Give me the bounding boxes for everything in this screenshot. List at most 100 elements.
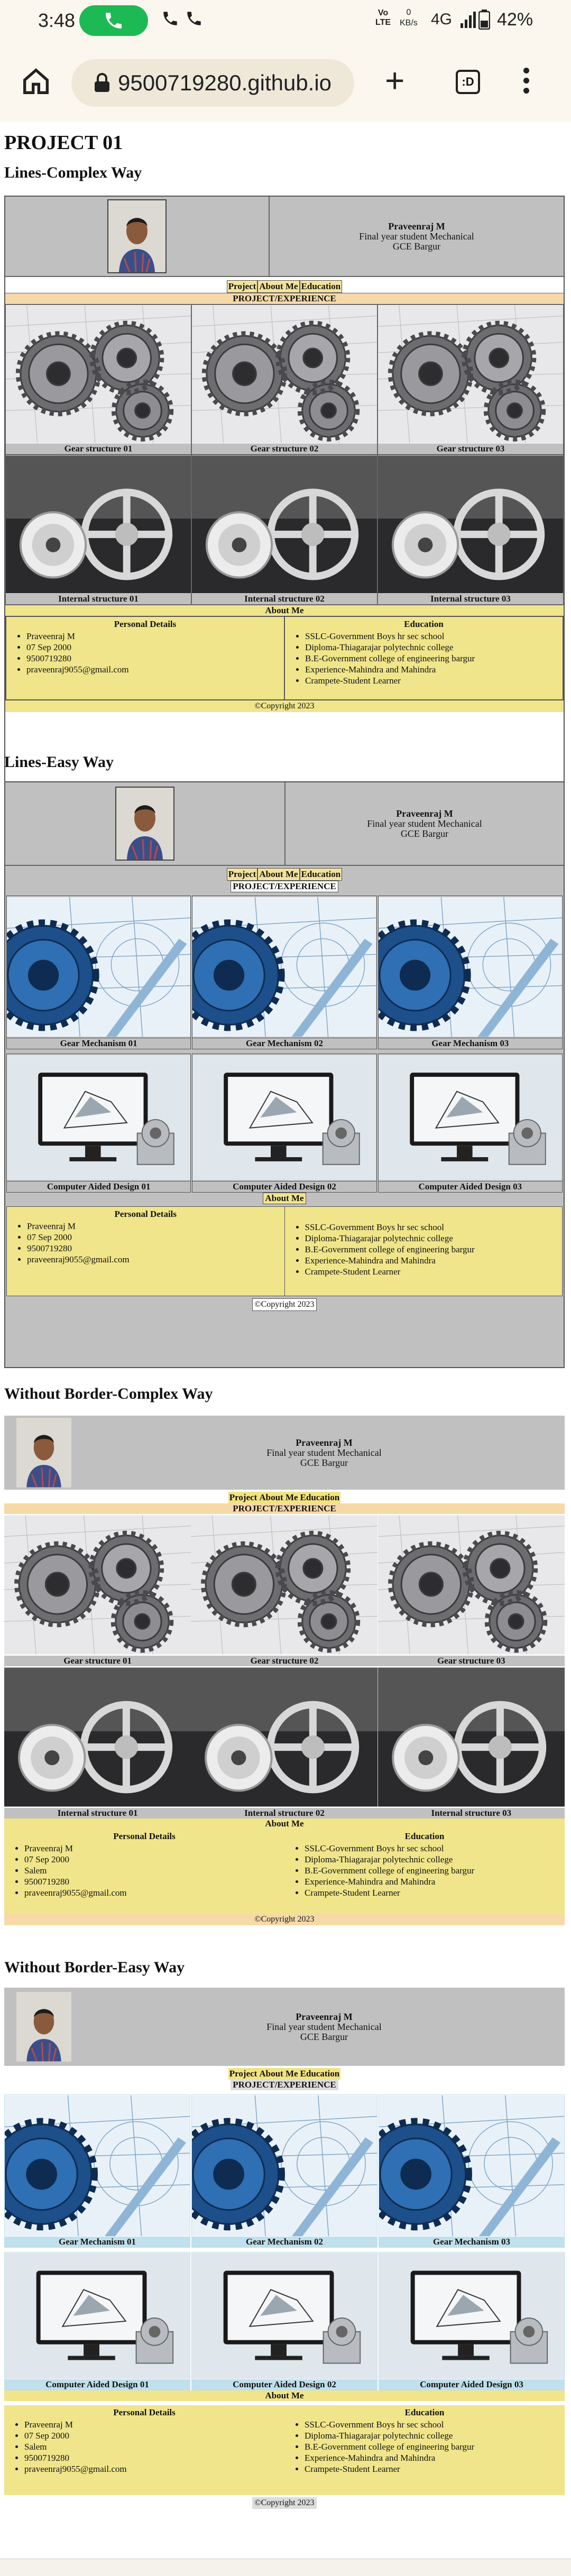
- list-item: Praveenraj M: [26, 631, 280, 642]
- education-details: Education SSLC-Government Boys hr sec sc…: [284, 1829, 565, 1914]
- tab-switcher-button[interactable]: :D: [456, 70, 480, 94]
- gallery-tile[interactable]: Internal structure 03: [377, 1666, 565, 1818]
- lock-icon[interactable]: [94, 73, 110, 98]
- gallery-tile[interactable]: Computer Aided Design 01: [6, 1054, 191, 1193]
- nav-bar: Project About Me Education: [5, 277, 564, 293]
- about-section: Personal Details Praveenraj M 07 Sep 200…: [5, 616, 564, 700]
- gallery-tile[interactable]: Computer Aided Design 02: [192, 1054, 377, 1193]
- nav-project[interactable]: Project: [226, 280, 258, 293]
- list-item: SSLC-Government Boys hr sec school: [305, 631, 558, 642]
- project-heading: PROJECT/EXPERIENCE: [231, 881, 338, 892]
- signal-icon: [460, 11, 476, 33]
- education-list: SSLC-Government Boys hr sec school Diplo…: [289, 1222, 558, 1277]
- gallery-tile[interactable]: Gear structure 02: [191, 1514, 378, 1666]
- about-section: Personal Details Praveenraj M 07 Sep 200…: [6, 1206, 563, 1296]
- profile-info: Praveenraj M Final year student Mechanic…: [84, 1416, 565, 1490]
- photo-cell: [5, 197, 270, 276]
- profile-photo: [107, 199, 167, 273]
- gallery-tile[interactable]: Computer Aided Design 01: [4, 2252, 190, 2390]
- list-item: Praveenraj M: [27, 1221, 280, 1232]
- gallery-tile[interactable]: Computer Aided Design 03: [377, 1054, 563, 1193]
- profile-header: Praveenraj M Final year student Mechanic…: [4, 1988, 565, 2066]
- gallery-tile[interactable]: Internal structure 01: [5, 455, 191, 605]
- cad-monitor-image: [5, 2252, 190, 2379]
- list-item: Experience-Mahindra and Mahindra: [305, 1876, 560, 1887]
- gallery-tile[interactable]: Computer Aided Design 03: [379, 2252, 565, 2390]
- blueprint-gear-image: [192, 2095, 377, 2237]
- nav-education[interactable]: Education: [299, 1492, 341, 1503]
- education-details: Education SSLC-Government Boys hr sec sc…: [285, 617, 563, 699]
- phone-call-icon: [161, 10, 179, 32]
- gallery-tile[interactable]: Gear Mechanism 02: [192, 895, 377, 1049]
- gear-image: [192, 305, 377, 444]
- more-menu-icon[interactable]: [523, 68, 530, 98]
- list-item: 07 Sep 2000: [24, 2430, 280, 2441]
- photo-cell: [5, 782, 286, 865]
- tile-caption: Gear structure 03: [378, 444, 563, 454]
- gallery-tile[interactable]: Gear Mechanism 03: [379, 2094, 565, 2248]
- new-tab-icon[interactable]: +: [385, 63, 404, 97]
- gallery-tile[interactable]: Internal structure 02: [191, 1666, 378, 1818]
- gallery-tile[interactable]: Gear structure 03: [377, 1514, 565, 1666]
- profile-photo: [16, 1418, 71, 1488]
- gallery-tile[interactable]: Gear Mechanism 02: [191, 2094, 377, 2248]
- gallery-tile[interactable]: Gear structure 02: [191, 304, 377, 455]
- list-item: 07 Sep 2000: [24, 1854, 280, 1865]
- gallery-tile[interactable]: Internal structure 02: [191, 455, 377, 605]
- tile-caption: Gear Mechanism 02: [192, 1038, 376, 1049]
- education-list: SSLC-Government Boys hr sec school Diplo…: [289, 1843, 560, 1898]
- gallery-tile[interactable]: Gear Mechanism 03: [377, 895, 563, 1049]
- nav-project[interactable]: Project: [226, 868, 258, 881]
- gallery-tile[interactable]: Computer Aided Design 02: [191, 2252, 377, 2390]
- section-lines-easy: Praveenraj M Final year student Mechanic…: [4, 781, 565, 1368]
- gallery-tile[interactable]: Gear structure 01: [4, 1514, 191, 1666]
- list-item: 07 Sep 2000: [26, 642, 280, 653]
- personal-heading: Personal Details: [113, 2407, 176, 2417]
- nav-project[interactable]: Project: [228, 1492, 259, 1503]
- nav-about-me[interactable]: About Me: [257, 280, 300, 293]
- education-list: SSLC-Government Boys hr sec school Diplo…: [289, 2419, 560, 2475]
- gallery-tile[interactable]: Gear structure 01: [5, 304, 191, 455]
- tile-caption: Internal structure 02: [191, 1808, 378, 1818]
- nav-education[interactable]: Education: [299, 868, 343, 881]
- list-item: 9500719280: [27, 1243, 280, 1254]
- list-item: SSLC-Government Boys hr sec school: [305, 2419, 560, 2430]
- profile-name: Praveenraj M: [388, 220, 445, 232]
- gallery-tile[interactable]: Internal structure 01: [4, 1666, 191, 1818]
- footer-wrap: ©Copyright 2023: [5, 1296, 564, 1311]
- nav-education[interactable]: Education: [299, 280, 343, 293]
- footer: ©Copyright 2023: [5, 700, 564, 712]
- tile-caption: Gear structure 01: [6, 444, 191, 454]
- tile-caption: Gear structure 02: [191, 1656, 378, 1666]
- personal-list: Praveenraj M 07 Sep 2000 9500719280 prav…: [11, 631, 280, 675]
- project-heading-wrap: PROJECT/EXPERIENCE: [4, 2080, 565, 2090]
- tile-caption: Gear Mechanism 01: [5, 2237, 190, 2247]
- home-icon[interactable]: [19, 64, 53, 98]
- call-in-progress-pill[interactable]: [79, 5, 148, 36]
- list-item: praveenraj9055@gmail.com: [24, 2463, 280, 2475]
- tile-caption: Gear structure 02: [192, 444, 377, 454]
- gallery-tile[interactable]: Gear Mechanism 01: [6, 895, 191, 1049]
- battery-percent: 42%: [497, 10, 533, 30]
- gallery-tile[interactable]: Gear structure 03: [377, 304, 564, 455]
- list-item: SSLC-Government Boys hr sec school: [305, 1843, 560, 1854]
- nav-bar: Project About Me Education: [5, 866, 564, 881]
- project-grid: Gear structure 01 Gear structure 02 Gear…: [4, 1514, 565, 1818]
- list-item: Experience-Mahindra and Mahindra: [305, 664, 558, 675]
- nav-about-me[interactable]: About Me: [258, 1492, 299, 1503]
- nav-about-me[interactable]: About Me: [258, 2068, 299, 2080]
- blueprint-gear-image: [192, 896, 376, 1038]
- gallery-tile[interactable]: Gear Mechanism 01: [4, 2094, 190, 2248]
- list-item: B.E-Government college of engineering ba…: [305, 1244, 558, 1255]
- profile-header: Praveenraj M Final year student Mechanic…: [4, 1416, 565, 1490]
- nav-education[interactable]: Education: [299, 2068, 341, 2080]
- nav-project[interactable]: Project: [228, 2068, 259, 2080]
- network-speed: 0 KB/s: [400, 8, 418, 27]
- footer: ©Copyright 2023: [252, 2497, 317, 2509]
- address-bar[interactable]: 9500719280.github.io: [71, 59, 354, 107]
- nav-about-me[interactable]: About Me: [257, 868, 300, 881]
- battery-icon: [478, 10, 491, 34]
- list-item: 07 Sep 2000: [27, 1232, 280, 1243]
- gallery-tile[interactable]: Internal structure 03: [377, 455, 564, 605]
- tile-caption: Computer Aided Design 01: [7, 1181, 191, 1192]
